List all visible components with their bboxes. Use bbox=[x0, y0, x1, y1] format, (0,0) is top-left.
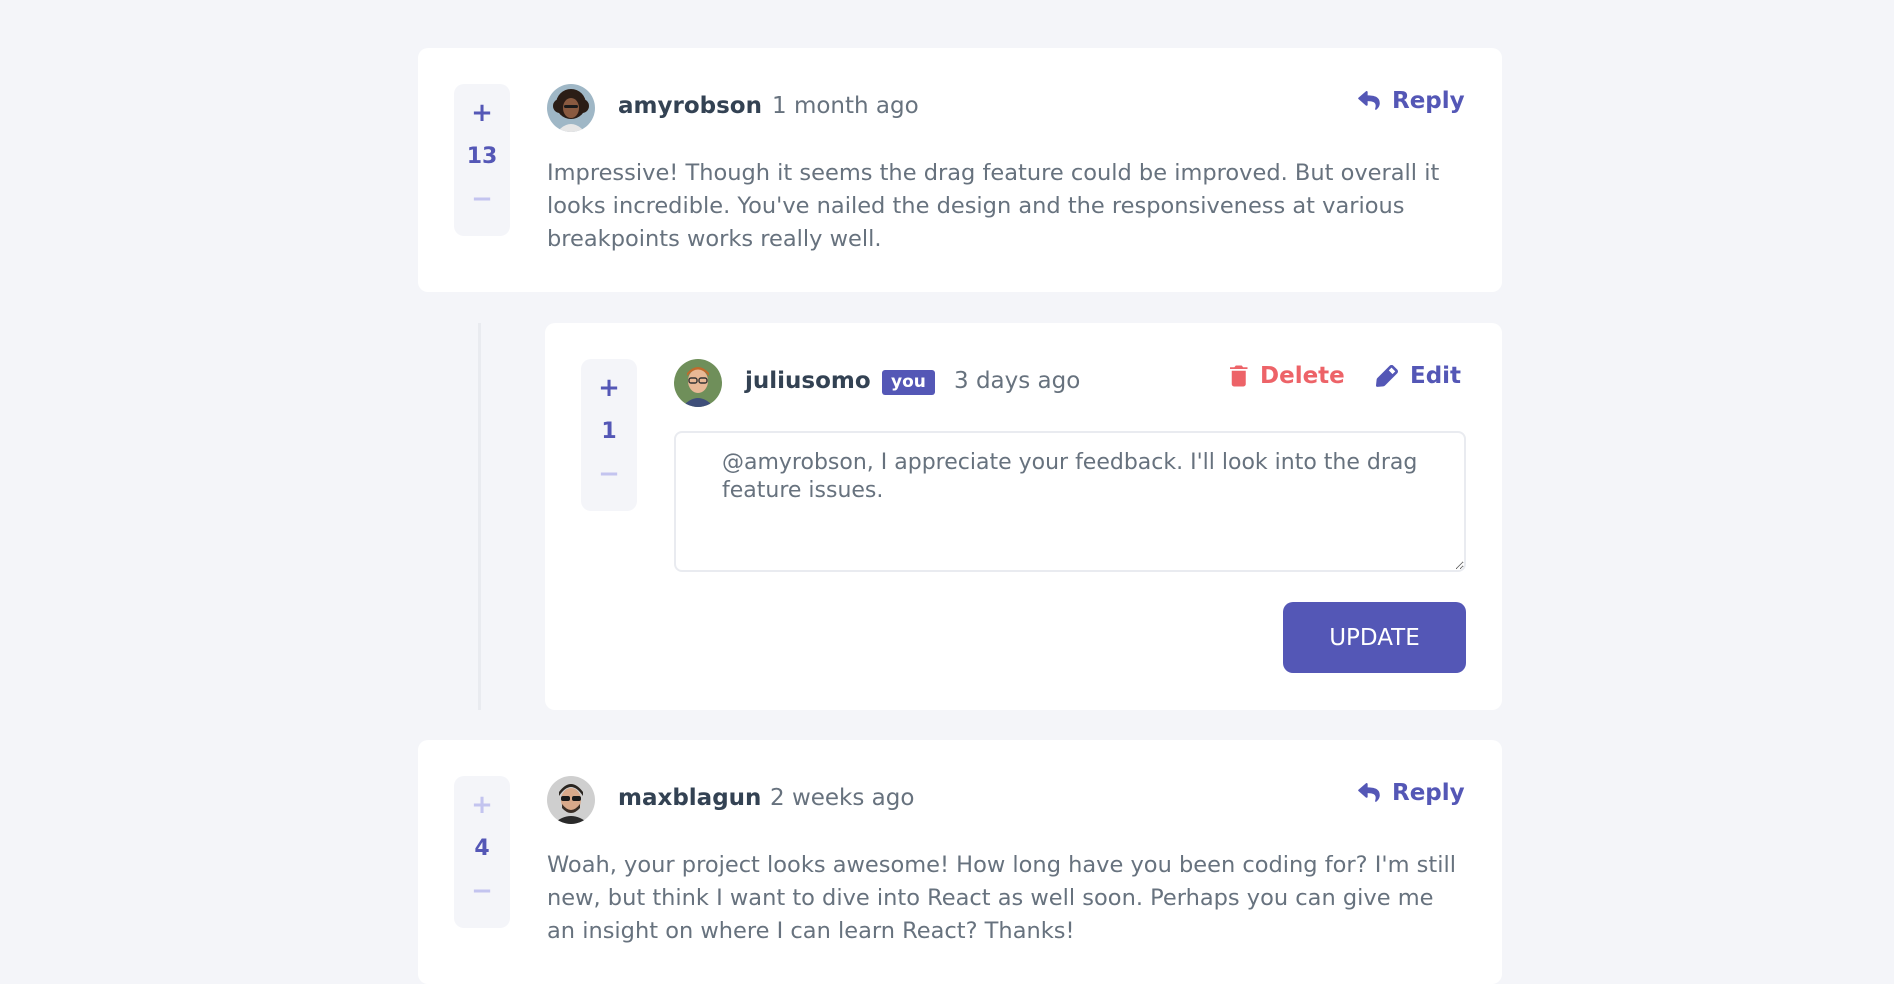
avatar bbox=[547, 776, 595, 824]
comment-card: + 13 − amyrobson 1 month ago Reply Impre… bbox=[418, 48, 1502, 292]
upvote-button[interactable]: + bbox=[581, 365, 637, 411]
you-badge: you bbox=[882, 370, 935, 395]
comment-timestamp: 2 weeks ago bbox=[770, 785, 915, 811]
pencil-icon bbox=[1376, 365, 1398, 387]
comment-timestamp: 1 month ago bbox=[772, 93, 919, 119]
thread-line bbox=[478, 323, 481, 710]
reply-button[interactable]: Reply bbox=[1358, 780, 1465, 806]
reply-label: Reply bbox=[1392, 780, 1465, 806]
comment-card: + 4 − maxblagun 2 weeks ago Reply Woah, … bbox=[418, 740, 1502, 984]
minus-icon: − bbox=[471, 184, 493, 214]
comment-content: Impressive! Though it seems the drag fea… bbox=[547, 160, 1440, 252]
comment-content: Woah, your project looks awesome! How lo… bbox=[547, 852, 1456, 944]
downvote-button[interactable]: − bbox=[454, 868, 510, 914]
vote-widget: + 13 − bbox=[454, 84, 510, 236]
downvote-button[interactable]: − bbox=[581, 451, 637, 497]
plus-icon: + bbox=[471, 98, 493, 128]
score-value: 13 bbox=[466, 143, 498, 169]
upvote-button[interactable]: + bbox=[454, 90, 510, 136]
upvote-button[interactable]: + bbox=[454, 782, 510, 828]
reply-timestamp: 3 days ago bbox=[954, 368, 1081, 394]
reply-arrow-icon bbox=[1358, 783, 1380, 802]
reply-username[interactable]: juliusomo bbox=[745, 368, 871, 394]
comment-username[interactable]: maxblagun bbox=[618, 785, 761, 811]
avatar bbox=[674, 359, 722, 407]
comment-username[interactable]: amyrobson bbox=[618, 93, 762, 119]
plus-icon: + bbox=[471, 790, 493, 820]
score-value: 4 bbox=[474, 835, 490, 861]
reply-button[interactable]: Reply bbox=[1358, 88, 1465, 114]
vote-widget: + 4 − bbox=[454, 776, 510, 928]
downvote-button[interactable]: − bbox=[454, 176, 510, 222]
update-button[interactable]: UPDATE bbox=[1283, 602, 1466, 673]
reply-label: Reply bbox=[1392, 88, 1465, 114]
score-value: 1 bbox=[601, 418, 617, 444]
reply-arrow-icon bbox=[1358, 91, 1380, 110]
minus-icon: − bbox=[471, 876, 493, 906]
edit-button[interactable]: Edit bbox=[1376, 363, 1461, 389]
edit-reply-textarea[interactable]: @amyrobson, I appreciate your feedback. … bbox=[674, 431, 1466, 572]
vote-widget: + 1 − bbox=[581, 359, 637, 511]
minus-icon: − bbox=[598, 459, 620, 489]
trash-icon bbox=[1230, 365, 1248, 387]
avatar bbox=[547, 84, 595, 132]
plus-icon: + bbox=[598, 373, 620, 403]
edit-label: Edit bbox=[1410, 363, 1462, 389]
delete-button[interactable]: Delete bbox=[1230, 363, 1345, 389]
delete-label: Delete bbox=[1260, 363, 1345, 389]
